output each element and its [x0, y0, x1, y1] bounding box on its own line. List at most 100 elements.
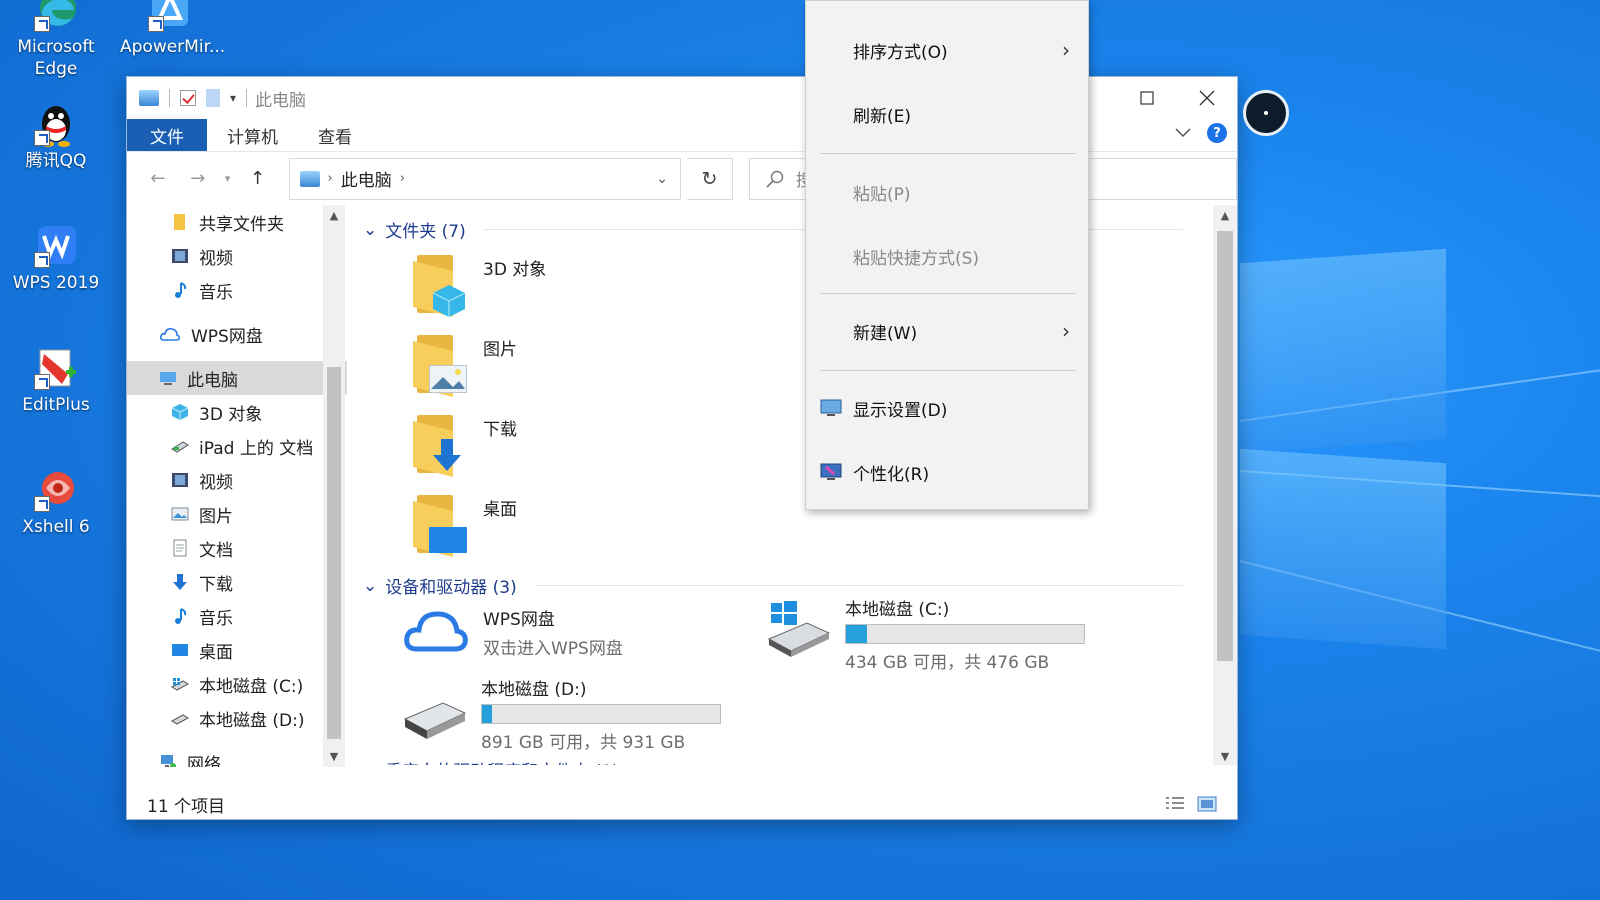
nav-item-pictures[interactable]: 图片 — [127, 497, 347, 531]
nav-item-documents[interactable]: 文档 — [127, 531, 347, 565]
desktop-icon-qq[interactable]: 腾讯QQ — [6, 100, 106, 172]
expand-ribbon-icon[interactable] — [1175, 128, 1191, 138]
scrollbar-thumb[interactable] — [327, 367, 341, 739]
desktop-icon-label: WPS 2019 — [12, 273, 100, 293]
nav-item-desktop[interactable]: 桌面 — [127, 633, 347, 667]
nav-item-label: 本地磁盘 (D:) — [199, 710, 305, 731]
nav-item-ipad-documents[interactable]: iPad 上的 文档 — [127, 429, 347, 463]
folder-pictures[interactable]: 图片 — [413, 335, 517, 397]
desktop-icon-label: EditPlus — [22, 395, 90, 415]
nav-item-label: 3D 对象 — [199, 404, 263, 425]
properties-icon[interactable] — [180, 90, 196, 106]
nav-item-3d-objects[interactable]: 3D 对象 — [127, 395, 347, 429]
breadcrumb-chevron-icon[interactable]: › — [400, 171, 405, 186]
group-header-redirected[interactable]: ⌄ 重定向的驱动程序和文件夹 (1) — [363, 757, 1183, 766]
drive-d[interactable]: 本地磁盘 (D:) 891 GB 可用，共 931 GB — [403, 675, 721, 753]
nav-item-network[interactable]: 网络 — [127, 745, 347, 767]
scroll-down-icon[interactable]: ▼ — [1213, 750, 1237, 763]
download-icon — [173, 574, 187, 590]
nav-item-drive-d[interactable]: 本地磁盘 (D:) — [127, 701, 347, 735]
close-button[interactable] — [1177, 77, 1237, 119]
music-icon — [175, 608, 187, 624]
collapse-chevron-icon[interactable]: ⌄ — [363, 220, 377, 240]
nav-item-shared-folder[interactable]: 共享文件夹 — [127, 205, 347, 239]
drive-name: WPS网盘 — [483, 610, 555, 630]
xshell-icon — [32, 466, 80, 514]
content-scrollbar[interactable]: ▲ ▼ — [1213, 205, 1237, 765]
nav-item-music-2[interactable]: 音乐 — [127, 599, 347, 633]
tab-computer[interactable]: 计算机 — [207, 119, 298, 151]
breadcrumb-chevron-icon[interactable]: › — [328, 171, 333, 186]
scrollbar-thumb[interactable] — [1217, 231, 1233, 661]
folder-label: 3D 对象 — [483, 260, 547, 280]
close-icon — [1199, 90, 1215, 106]
folder-label: 图片 — [483, 340, 517, 360]
drive-c-icon — [767, 601, 831, 657]
menu-item-refresh[interactable]: 刷新(E) — [806, 91, 1088, 137]
nav-item-label: 音乐 — [199, 282, 233, 303]
customize-toolbar-icon[interactable]: ▾ — [230, 91, 236, 105]
desktop-icon-xshell[interactable]: Xshell 6 — [6, 466, 106, 538]
menu-item-label: 个性化(R) — [853, 464, 930, 485]
details-view-icon[interactable] — [1165, 795, 1185, 813]
drive-name: 本地磁盘 (C:) — [845, 600, 950, 620]
tab-view[interactable]: 查看 — [298, 119, 372, 151]
drive-usage-bar — [481, 704, 721, 724]
address-bar[interactable]: › 此电脑 › ⌄ — [288, 157, 682, 200]
scroll-down-icon[interactable]: ▼ — [323, 750, 345, 763]
drive-wps-cloud[interactable]: WPS网盘 双击进入WPS网盘 — [403, 605, 623, 659]
this-pc-icon — [139, 90, 159, 106]
desktop-icon — [172, 644, 188, 656]
menu-item-label: 粘贴快捷方式(S) — [853, 248, 980, 269]
nav-item-drive-c[interactable]: 本地磁盘 (C:) — [127, 667, 347, 701]
edge-icon — [32, 0, 80, 34]
maximize-button[interactable] — [1117, 77, 1177, 119]
collapse-chevron-icon[interactable]: ⌄ — [363, 576, 377, 596]
menu-item-display-settings[interactable]: 显示设置(D) — [806, 385, 1088, 431]
mouse-cursor — [1243, 90, 1289, 136]
scroll-up-icon[interactable]: ▲ — [323, 209, 345, 222]
collapse-chevron-icon[interactable]: ⌄ — [363, 760, 377, 766]
desktop-icon-apowermirror[interactable]: ApowerMir... — [120, 0, 225, 58]
drive-usage-bar — [845, 624, 1085, 644]
forward-button[interactable]: → — [181, 162, 215, 196]
desktop-context-menu: 排序方式(O) › 刷新(E) 粘贴(P) 粘贴快捷方式(S) 新建(W) › … — [805, 0, 1089, 510]
tab-file[interactable]: 文件 — [127, 119, 207, 151]
nav-item-videos[interactable]: 视频 — [127, 239, 347, 273]
refresh-button[interactable]: ↻ — [687, 157, 733, 200]
quick-access-toolbar: ▾ — [139, 89, 248, 107]
folder-desktop[interactable]: 桌面 — [413, 495, 517, 557]
menu-item-personalize[interactable]: 个性化(R) — [806, 449, 1088, 495]
nav-item-this-pc[interactable]: 此电脑 — [127, 361, 347, 395]
desktop-icon-wps[interactable]: WPS 2019 — [6, 222, 106, 294]
large-icons-view-icon[interactable] — [1197, 795, 1217, 813]
nav-pane-scrollbar[interactable]: ▲ ▼ — [323, 205, 345, 767]
folder-downloads[interactable]: 下载 — [413, 415, 517, 477]
nav-item-wps-cloud[interactable]: WPS网盘 — [127, 317, 347, 351]
back-button[interactable]: ← — [141, 162, 175, 196]
folder-3d-objects[interactable]: 3D 对象 — [413, 255, 546, 317]
up-button[interactable]: ↑ — [241, 162, 275, 196]
menu-item-sort-by[interactable]: 排序方式(O) › — [806, 27, 1088, 73]
search-icon — [766, 170, 784, 188]
drive-c[interactable]: 本地磁盘 (C:) 434 GB 可用，共 476 GB — [767, 595, 1085, 673]
video-icon — [172, 473, 188, 487]
help-icon[interactable]: ? — [1207, 123, 1227, 143]
qq-icon — [32, 100, 80, 148]
nav-item-music[interactable]: 音乐 — [127, 273, 347, 307]
display-settings-icon — [820, 399, 842, 416]
nav-item-downloads[interactable]: 下载 — [127, 565, 347, 599]
cloud-icon — [160, 328, 181, 341]
address-dropdown-icon[interactable]: ⌄ — [656, 171, 668, 187]
recent-locations-button[interactable]: ▾ — [221, 162, 235, 196]
window-title: 此电脑 — [255, 90, 307, 111]
scroll-up-icon[interactable]: ▲ — [1213, 209, 1237, 222]
group-title: 设备和驱动器 (3) — [385, 578, 517, 598]
desktop-icon-editplus[interactable]: EditPlus — [6, 344, 106, 416]
breadcrumb-this-pc[interactable]: 此电脑 — [341, 166, 392, 191]
new-folder-icon[interactable] — [206, 89, 220, 107]
menu-item-new[interactable]: 新建(W) › — [806, 308, 1088, 354]
pictures-icon — [171, 507, 189, 521]
nav-item-videos-2[interactable]: 视频 — [127, 463, 347, 497]
desktop-icon-edge[interactable]: Microsoft Edge — [6, 0, 106, 80]
